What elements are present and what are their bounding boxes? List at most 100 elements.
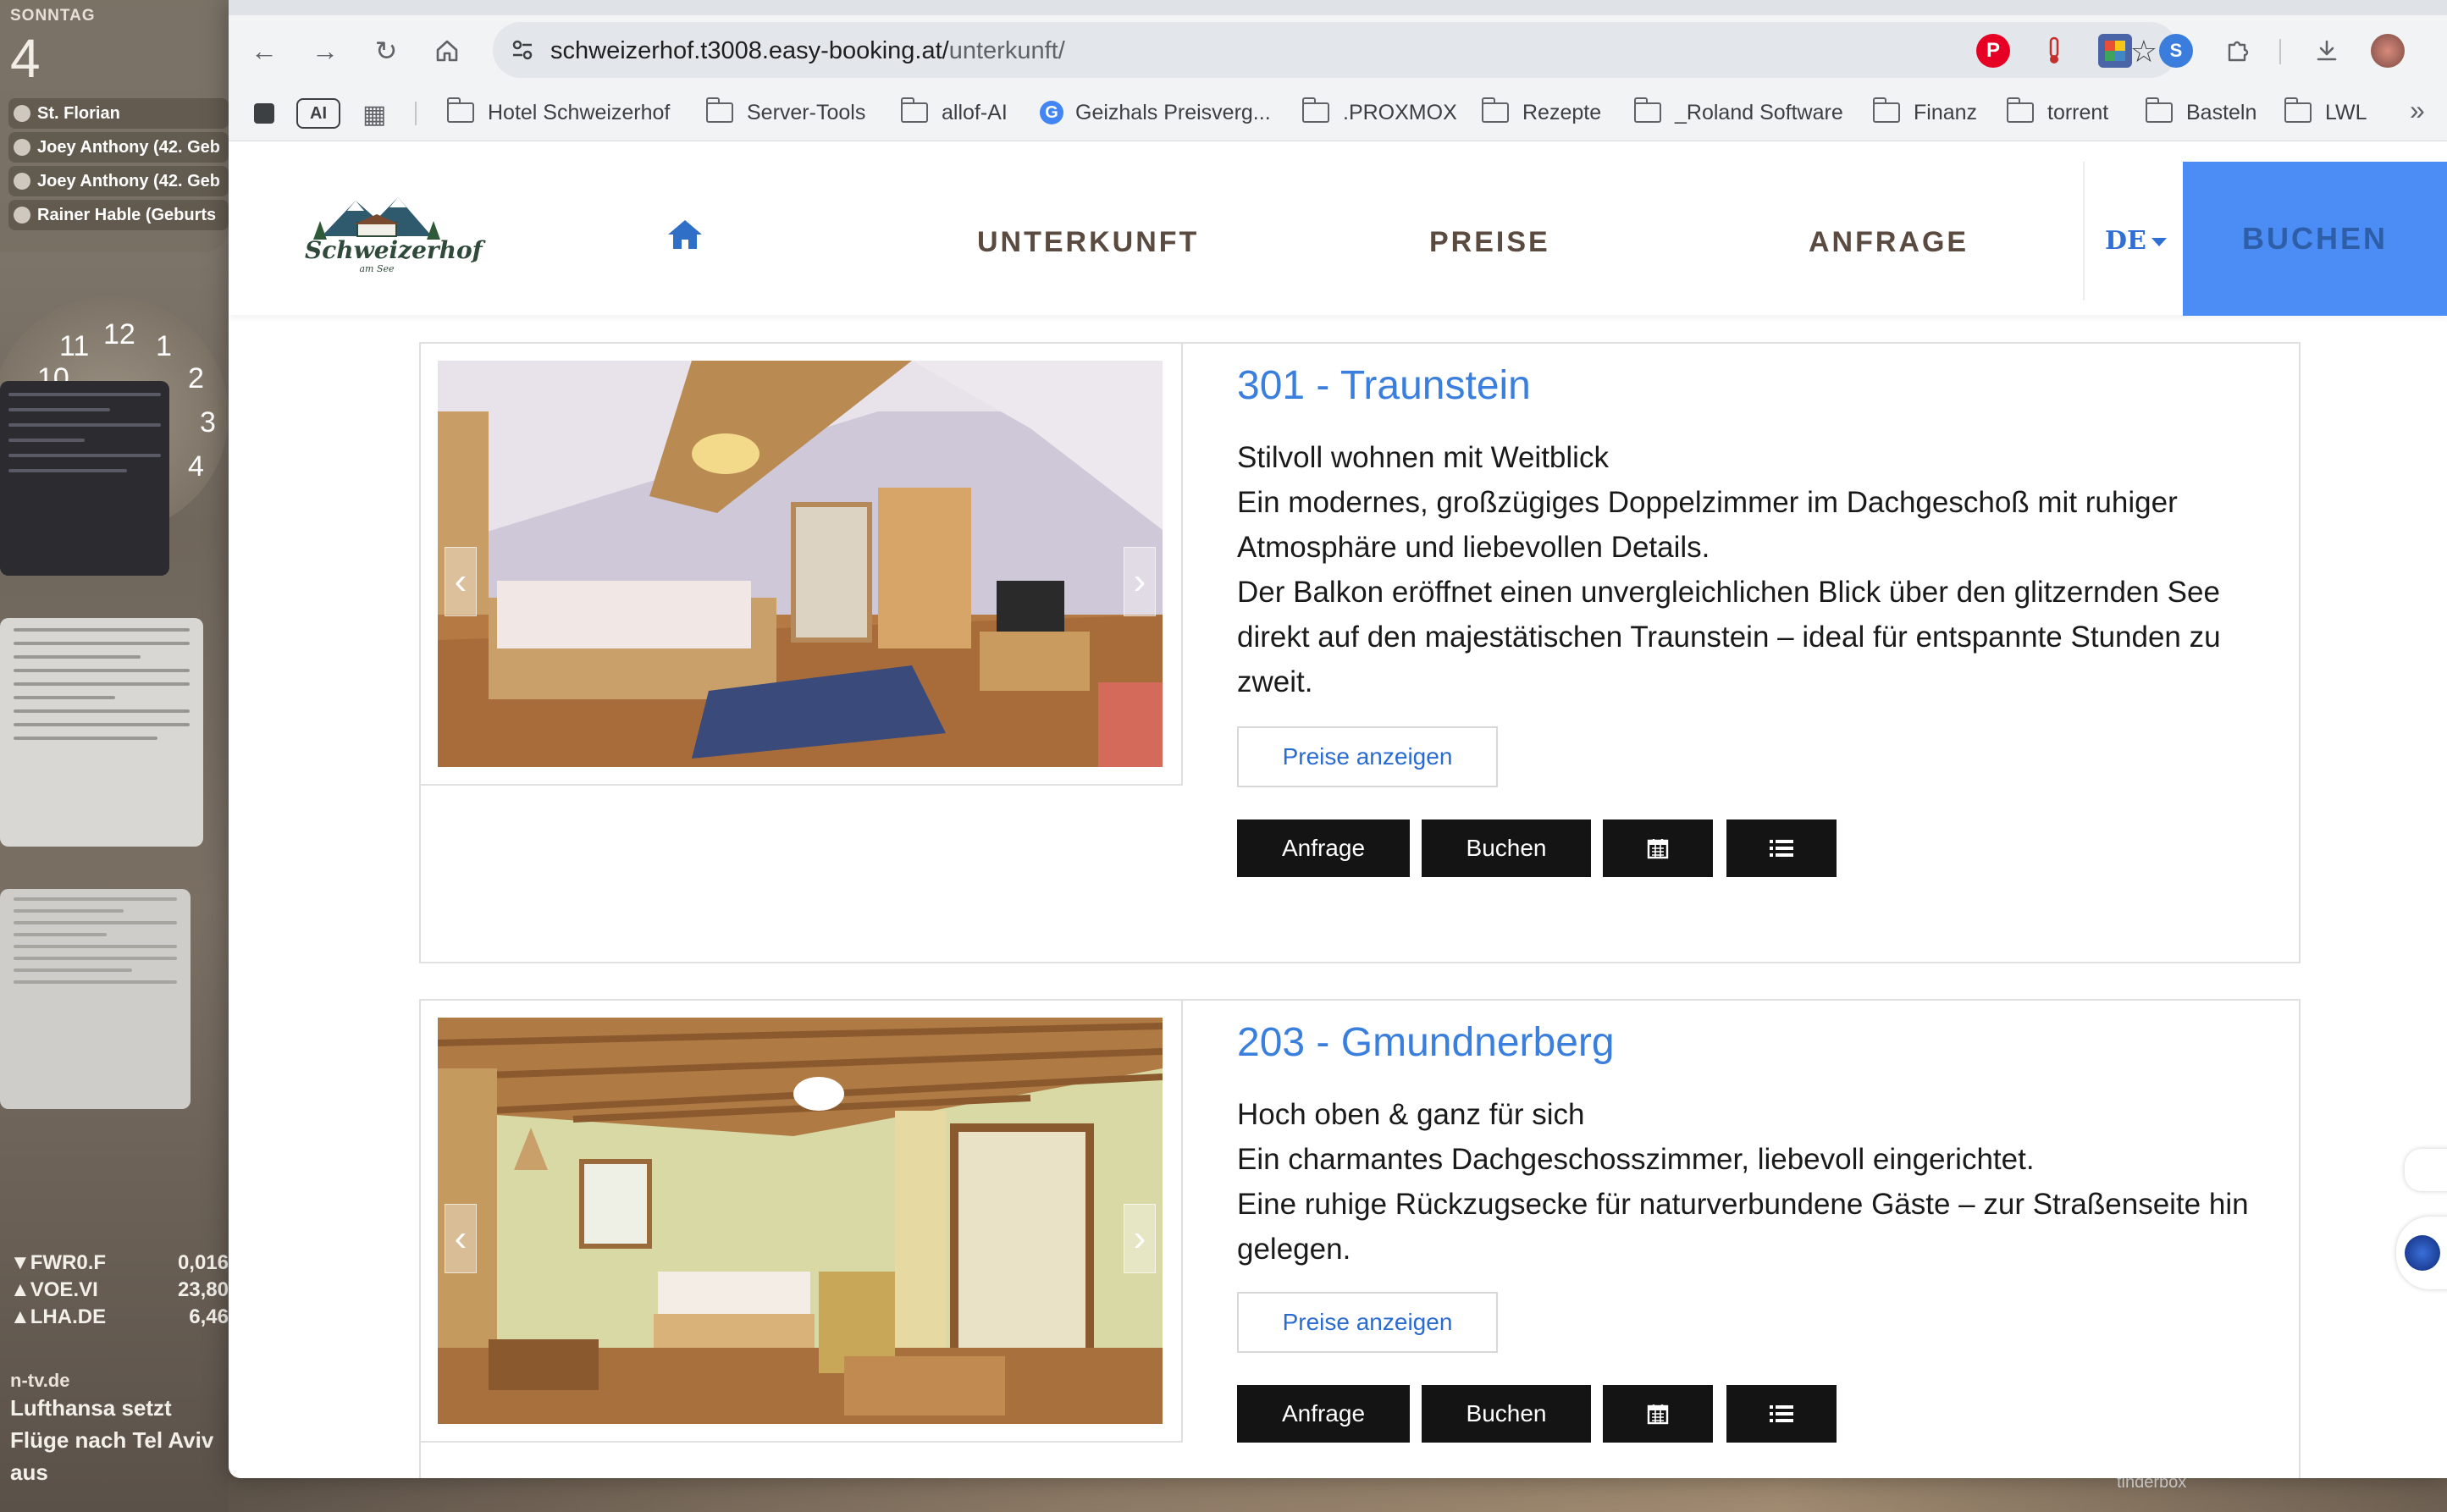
event-icon: [14, 173, 30, 190]
pinterest-icon[interactable]: P: [1976, 34, 2010, 68]
bookmark-label: torrent: [2047, 100, 2109, 124]
carousel-next-chevron-icon[interactable]: ›: [1124, 1204, 1156, 1273]
bookmarks-divider: [415, 102, 417, 125]
bookmark-app-square-icon[interactable]: [254, 103, 274, 124]
stock-symbol: ▲VOE.VI: [10, 1278, 98, 1301]
side-floating-globe-button[interactable]: [2396, 1217, 2447, 1289]
color-picker-extension-icon[interactable]: [2098, 34, 2132, 68]
logo-text: Schweizerhof: [305, 236, 483, 264]
calendar-event-label: St. Florian: [37, 103, 120, 123]
header-book-button[interactable]: BUCHEN: [2183, 162, 2447, 316]
forward-arrow-icon[interactable]: →: [307, 32, 344, 69]
bookmark-label: Server-Tools: [747, 100, 866, 124]
room-description: Hoch oben & ganz für sich Ein charmantes…: [1237, 1092, 2279, 1272]
calendar-event[interactable]: St. Florian: [8, 98, 229, 129]
thermometer-extension-icon[interactable]: [2037, 34, 2071, 68]
extensions-puzzle-icon[interactable]: [2220, 34, 2254, 68]
room-title[interactable]: 301 - Traunstein: [1237, 362, 1531, 409]
profile-avatar[interactable]: [2371, 34, 2405, 68]
language-selector[interactable]: DE: [2105, 226, 2167, 256]
stock-row: ▲LHA.DE 6,46: [10, 1305, 229, 1333]
home-icon[interactable]: [666, 218, 704, 251]
news-headline: Lufthansa setzt Flüge nach Tel Aviv aus: [10, 1395, 214, 1485]
folder-icon: [2284, 97, 2312, 123]
mini-window-document[interactable]: [0, 618, 203, 847]
room-title[interactable]: 203 - Gmundnerberg: [1237, 1019, 1615, 1066]
bookmark-folder-torrent[interactable]: torrent: [2006, 97, 2109, 129]
calendar-event-label: Rainer Hable (Geburts: [37, 205, 217, 224]
room-description: Stilvoll wohnen mit Weitblick Ein modern…: [1237, 435, 2279, 704]
bookmark-label: .PROXMOX: [1343, 100, 1457, 124]
details-list-button[interactable]: [1726, 1385, 1837, 1443]
bookmark-folder-server-tools[interactable]: Server-Tools: [705, 97, 866, 129]
bookmark-folder-basteln[interactable]: Basteln: [2145, 97, 2256, 129]
folder-icon: [900, 97, 928, 123]
site-header: Schweizerhof am See UNTERKUNFT PREISE AN…: [229, 141, 2447, 316]
bookmark-folder-lwl[interactable]: LWL: [2284, 97, 2367, 129]
download-icon[interactable]: [2310, 34, 2344, 68]
calendar-event[interactable]: Rainer Hable (Geburts: [8, 200, 229, 230]
browser-window: ← → ↻ schweizerhof.t3008.easy-booking.at…: [229, 0, 2447, 1478]
book-room-button[interactable]: Buchen: [1422, 1385, 1591, 1443]
carousel-prev-chevron-icon[interactable]: ‹: [445, 1204, 477, 1273]
calendar-event[interactable]: Joey Anthony (42. Geb: [8, 132, 229, 163]
ai-bookmark-button[interactable]: AI: [296, 98, 340, 129]
bookmark-folder-allof-ai[interactable]: allof-AI: [900, 97, 1008, 129]
list-icon: [1770, 840, 1793, 857]
home-outline-icon[interactable]: [428, 32, 466, 69]
event-icon: [14, 139, 30, 156]
google-icon: G: [1040, 101, 1063, 124]
nav-link-anfrage[interactable]: ANFRAGE: [1809, 226, 1969, 259]
carousel-next-chevron-icon[interactable]: ›: [1124, 547, 1156, 616]
bookmark-geizhals[interactable]: G Geizhals Preisverg...: [1040, 97, 1271, 129]
stocks-widget[interactable]: ▼FWR0.F 0,016 ▲VOE.VI 23,80 ▲LHA.DE 6,46: [10, 1251, 229, 1333]
logo-subtitle: am See: [359, 263, 395, 274]
clock-number: 4: [188, 450, 204, 483]
bookmark-folder-hotel-schweizerhof[interactable]: Hotel Schweizerhof: [446, 97, 670, 129]
room-description-text: Ein charmantes Dachgeschosszimmer, liebe…: [1237, 1143, 2035, 1176]
calendar-button[interactable]: [1603, 1385, 1713, 1443]
room-description-text: Eine ruhige Rückzugsecke für naturverbun…: [1237, 1188, 2249, 1266]
folder-icon: [2006, 97, 2034, 123]
bookmark-folder-finanz[interactable]: Finanz: [1872, 97, 1977, 129]
bookmark-folder-proxmox[interactable]: .PROXMOX: [1301, 97, 1457, 129]
url-text[interactable]: schweizerhof.t3008.easy-booking.at/unter…: [550, 37, 1065, 65]
site-settings-icon[interactable]: [508, 36, 537, 64]
side-floating-button[interactable]: [2405, 1149, 2447, 1191]
details-list-button[interactable]: [1726, 819, 1837, 877]
stock-value: 6,46: [189, 1305, 229, 1328]
news-widget[interactable]: n-tv.de Lufthansa setzt Flüge nach Tel A…: [10, 1370, 222, 1488]
address-bar[interactable]: schweizerhof.t3008.easy-booking.at/unter…: [493, 22, 2178, 78]
mini-window-list[interactable]: [0, 889, 191, 1109]
desktop-bottom-strip: [229, 1478, 2447, 1512]
calendar-button[interactable]: [1603, 819, 1713, 877]
clock-number: 3: [200, 406, 216, 439]
reload-icon[interactable]: ↻: [367, 32, 405, 69]
news-source: n-tv.de: [10, 1370, 70, 1391]
site-logo[interactable]: Schweizerhof am See: [305, 192, 483, 277]
back-arrow-icon[interactable]: ←: [246, 32, 283, 69]
inquiry-button[interactable]: Anfrage: [1237, 819, 1410, 877]
book-room-button[interactable]: Buchen: [1422, 819, 1591, 877]
nav-link-unterkunft[interactable]: UNTERKUNFT: [977, 226, 1199, 259]
room-image-frame: ‹ ›: [421, 1001, 1183, 1443]
show-prices-button[interactable]: Preise anzeigen: [1237, 1292, 1498, 1353]
mini-window-terminal[interactable]: [0, 381, 169, 576]
show-prices-button[interactable]: Preise anzeigen: [1237, 726, 1498, 787]
list-icon: [1770, 1405, 1793, 1422]
calendar-event-label: Joey Anthony (42. Geb: [37, 171, 220, 190]
url-domain: schweizerhof.t3008.easy-booking.at/: [550, 37, 949, 64]
carousel-prev-chevron-icon[interactable]: ‹: [445, 547, 477, 616]
bookmark-folder-roland-software[interactable]: _Roland Software: [1633, 97, 1843, 129]
nav-link-preise[interactable]: PREISE: [1429, 226, 1550, 259]
apps-grid-icon[interactable]: ▦: [362, 100, 386, 130]
calendar-event[interactable]: Joey Anthony (42. Geb: [8, 166, 229, 196]
clock-number: 11: [59, 330, 90, 362]
stock-value: 23,80: [177, 1278, 229, 1301]
bookmark-folder-rezepte[interactable]: Rezepte: [1481, 97, 1601, 129]
bookmark-star-icon[interactable]: ☆: [2130, 34, 2157, 69]
sync-extension-icon[interactable]: S: [2159, 34, 2193, 68]
calendar-widget[interactable]: SONNTAG 4 St. Florian Joey Anthony (42. …: [0, 0, 229, 252]
inquiry-button[interactable]: Anfrage: [1237, 1385, 1410, 1443]
more-bookmarks-chevron-icon[interactable]: »: [2410, 95, 2425, 126]
